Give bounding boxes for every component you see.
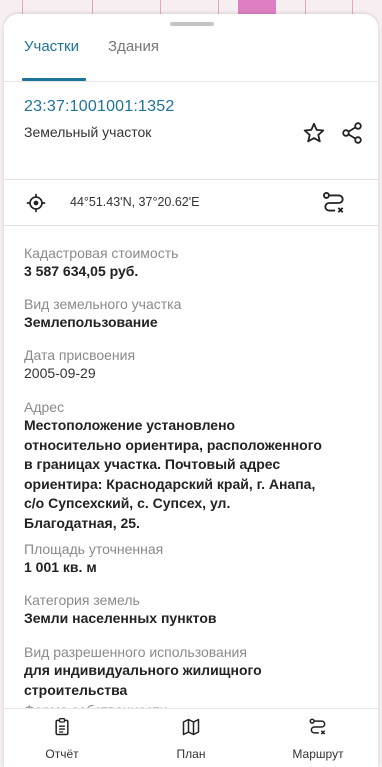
coordinates-text[interactable]: 44°51.43'N, 37°20.62'E [70,195,199,209]
bottom-navigation: Отчёт План Маршрут [4,708,378,767]
field-label-permitted-use: Вид разрешенного использования [24,644,247,660]
address-line: относительно ориентира, расположенного [24,436,322,453]
field-value-address: Местоположение установлено относительно … [24,416,322,533]
cadastral-number[interactable]: 23:37:1001001:1352 [24,98,174,116]
field-label-area: Площадь уточненная [24,541,164,557]
plot-header: 23:37:1001001:1352 Земельный участок [4,82,378,180]
address-line: в границах участка. Почтовый адрес [24,456,281,472]
share-icon[interactable] [338,119,366,147]
tab-buildings[interactable]: Здания [108,38,159,65]
route-icon[interactable] [320,189,348,217]
address-line: Местоположение установлено [24,417,236,433]
plot-type: Земельный участок [24,124,152,140]
active-tab-indicator [22,78,86,81]
address-line: ориентира: Краснодарский край, г. Анапа, [24,475,316,492]
map-icon [181,717,201,742]
tab-plots[interactable]: Участки [24,38,79,65]
nav-report-label: Отчёт [45,747,79,761]
field-value-permitted-use: для индивидуального жилищного строительс… [24,661,262,700]
nav-plan-label: План [176,747,206,761]
address-line: с/о Супсехский, с. Супсех, ул. [24,495,231,511]
field-value-assigned-date: 2005-09-29 [24,365,96,381]
nav-plan-button[interactable]: План [141,717,241,765]
field-value-land-category: Земли населенных пунктов [24,610,217,626]
report-icon [52,717,72,742]
address-line: Благодатная, 25. [24,514,140,531]
field-label-address: Адрес [24,399,65,415]
tab-bar: Участки Здания [4,32,378,82]
permitted-use-line: для индивидуального жилищного [24,662,262,678]
field-label-cadastral-value: Кадастровая стоимость [24,245,179,261]
field-label-land-category: Категория земель [24,592,140,608]
star-icon[interactable] [300,119,328,147]
nav-route-button[interactable]: Маршрут [268,717,368,765]
field-value-area: 1 001 кв. м [24,559,97,575]
coordinates-row: 44°51.43'N, 37°20.62'E [4,180,378,226]
field-label-plot-kind: Вид земельного участка [24,296,182,312]
field-value-cadastral-value: 3 587 634,05 руб. [24,263,139,279]
nav-route-label: Маршрут [292,747,344,761]
field-value-plot-kind: Землепользование [24,314,158,330]
location-target-icon[interactable] [22,189,50,217]
bottom-sheet: Участки Здания 23:37:1001001:1352 Земель… [4,14,378,767]
drag-handle[interactable] [170,22,214,26]
permitted-use-line: строительства [24,681,128,698]
route-icon [308,717,328,742]
field-label-assigned-date: Дата присвоения [24,347,136,363]
nav-report-button[interactable]: Отчёт [12,717,112,765]
